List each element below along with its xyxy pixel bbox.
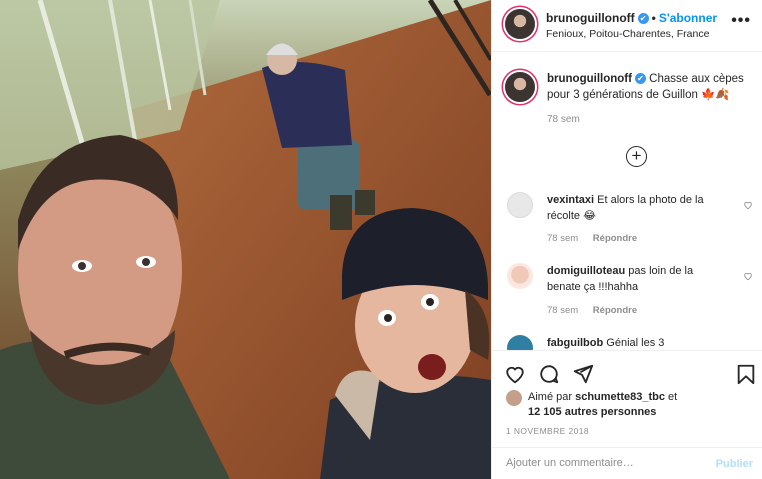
reply-button[interactable]: Répondre	[593, 305, 637, 316]
caption-username[interactable]: brunoguillonoff	[547, 73, 632, 85]
post-header: brunoguillonoff ✔ • S'abonner Fenioux, Poit…	[492, 0, 762, 52]
comment-username[interactable]: vexintaxi	[547, 194, 594, 206]
commenter-avatar[interactable]	[507, 192, 533, 218]
share-icon[interactable]	[572, 363, 594, 385]
comment-username[interactable]: domiguilloteau	[547, 265, 625, 277]
more-options-icon[interactable]: •••	[731, 12, 751, 30]
comment-username[interactable]: fabguilbob	[547, 337, 603, 349]
liked-by-and: et	[668, 391, 678, 403]
comment-text-block: vexintaxi Et alors la photo de la récolt…	[547, 192, 727, 224]
caption-avatar[interactable]	[505, 72, 535, 102]
comment-time[interactable]: 78 sem	[547, 233, 578, 244]
verified-badge-icon: ✔	[637, 13, 649, 24]
author-line: brunoguillonoff ✔ • S'abonner	[546, 11, 717, 25]
separator-dot: •	[651, 11, 656, 25]
liked-by-prefix: Aimé par	[528, 391, 573, 403]
post-side-panel: brunoguillonoff ✔ • S'abonner Fenioux, Poit…	[491, 0, 762, 479]
verified-badge-icon: ✔	[634, 73, 646, 84]
comment-time[interactable]: 78 sem	[547, 305, 578, 316]
follow-button[interactable]: S'abonner	[659, 11, 717, 25]
likes-summary: Aimé par schumette83_tbc et 12 105 autre…	[506, 390, 677, 420]
liked-by-others[interactable]: 12 105 autres personnes	[528, 406, 656, 418]
caption-text-block: brunoguillonoff ✔ Chasse aux cèpes pour 3…	[547, 71, 752, 103]
post-photo[interactable]	[0, 0, 491, 479]
comment-meta: 78 sem Répondre	[547, 233, 649, 244]
bookmark-icon[interactable]	[735, 363, 757, 385]
commenter-avatar[interactable]	[507, 263, 533, 289]
comment-text-block: fabguilbob Génial les 3	[547, 335, 727, 351]
comment-like-heart-icon[interactable]	[743, 271, 753, 281]
post-date[interactable]: 1 NOVEMBRE 2018	[506, 426, 589, 436]
add-comment-bar: Publier	[492, 447, 762, 479]
author-avatar[interactable]	[505, 9, 535, 39]
comment-meta: 78 sem Répondre	[547, 305, 649, 316]
comment-icon[interactable]	[538, 363, 560, 385]
publish-button[interactable]: Publier	[716, 458, 753, 470]
liker-avatar[interactable]	[506, 390, 522, 406]
comment-text-block: domiguilloteau pas loin de la benate ça …	[547, 263, 727, 295]
add-comment-input[interactable]	[506, 457, 696, 469]
reply-button[interactable]: Répondre	[593, 233, 637, 244]
heart-icon[interactable]	[504, 363, 526, 385]
author-username[interactable]: brunoguillonoff	[546, 11, 635, 25]
liked-by-user[interactable]: schumette83_tbc	[575, 391, 665, 403]
plus-circle-icon[interactable]: +	[626, 146, 647, 167]
comment-like-heart-icon[interactable]	[743, 200, 753, 210]
post-image	[0, 0, 491, 479]
post-actions: Aimé par schumette83_tbc et 12 105 autre…	[492, 350, 762, 479]
post-location[interactable]: Fenioux, Poitou-Charentes, France	[546, 28, 709, 40]
comment-text: Génial les 3	[606, 337, 665, 349]
caption-timestamp[interactable]: 78 sem	[547, 114, 580, 125]
